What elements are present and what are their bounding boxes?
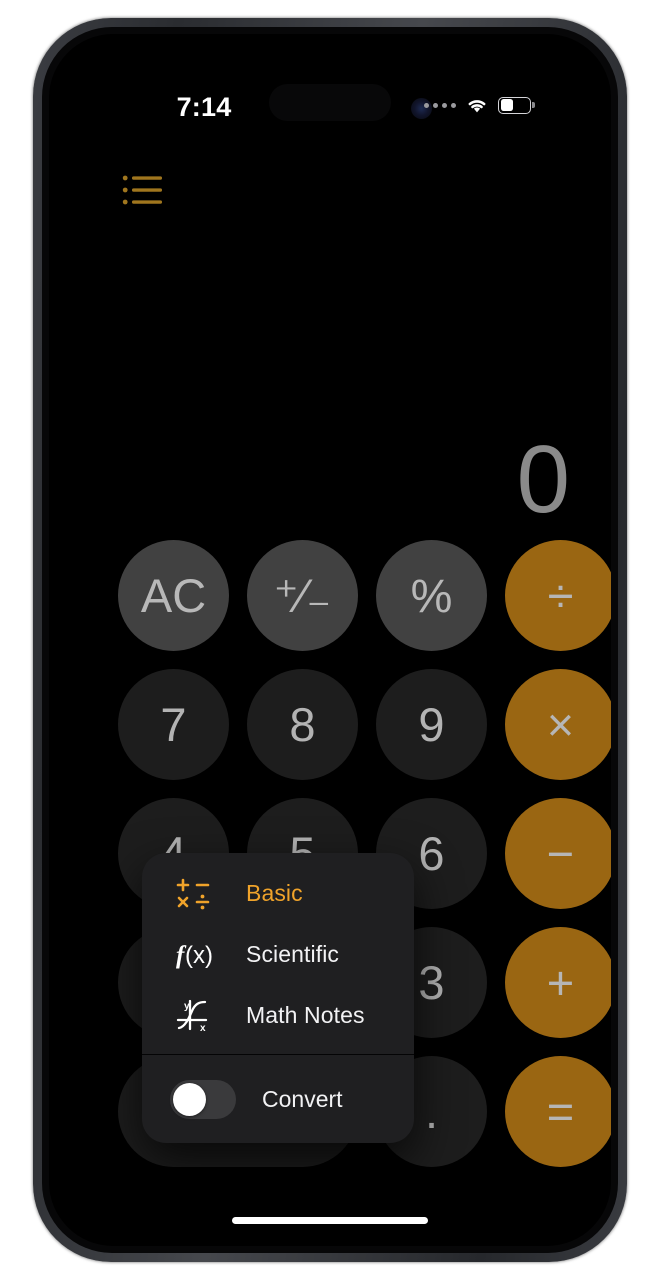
key-label: − (546, 827, 575, 880)
key-label: + (546, 956, 575, 1009)
keypad-row: 7 8 9 × (118, 669, 611, 780)
menu-item-scientific[interactable]: f (x) Scientific (142, 924, 414, 985)
function-fx-icon: f (x) (176, 938, 224, 972)
key-label: = (546, 1085, 575, 1138)
key-label: 7 (160, 698, 187, 751)
key-label: . (424, 1085, 439, 1138)
key-percent[interactable]: % (376, 540, 487, 651)
menu-item-basic[interactable]: Basic (142, 863, 414, 924)
menu-item-label: Basic (246, 880, 303, 906)
key-divide[interactable]: ÷ (505, 540, 611, 651)
key-label: × (546, 698, 575, 751)
phone-screen: 7:14 0 AC ⁺⁄₋ % ÷ 7 8 9 × 6 − 3 + . = Ba… (49, 34, 611, 1246)
battery-icon (498, 96, 531, 114)
svg-text:x: x (200, 1023, 206, 1034)
graph-axes-icon: y x (176, 998, 224, 1034)
calculator-display: 0 (49, 414, 570, 533)
calculator-mode-menu: Basic f (x) Scientific y x Math Notes Co… (142, 853, 414, 1143)
keypad-row: AC ⁺⁄₋ % ÷ (118, 540, 611, 651)
cellular-dots-icon (424, 102, 456, 108)
svg-text:(x): (x) (185, 942, 213, 969)
key-7[interactable]: 7 (118, 669, 229, 780)
key-label: 6 (418, 827, 445, 880)
toggle-knob (173, 1082, 206, 1116)
key-label: ÷ (547, 569, 574, 622)
key-label: ⁺⁄₋ (273, 568, 332, 622)
key-label: 3 (418, 956, 445, 1009)
list-bullet-icon[interactable] (122, 170, 168, 210)
phone-bezel: 7:14 0 AC ⁺⁄₋ % ÷ 7 8 9 × 6 − 3 + . = Ba… (42, 27, 618, 1253)
key-add[interactable]: + (505, 927, 611, 1038)
menu-divider (142, 1054, 414, 1055)
menu-item-label: Scientific (246, 941, 340, 967)
mode-list: Basic f (x) Scientific y x Math Notes (142, 853, 414, 1054)
dynamic-island (269, 84, 391, 121)
key-label: % (410, 569, 453, 622)
basic-operators-icon (176, 877, 224, 911)
key-label: AC (140, 569, 207, 622)
home-indicator[interactable] (232, 1217, 428, 1224)
menu-item-math-notes[interactable]: y x Math Notes (142, 985, 414, 1046)
toggle-switch-icon[interactable] (170, 1079, 236, 1119)
key-equals[interactable]: = (505, 1056, 611, 1167)
phone-frame: 7:14 0 AC ⁺⁄₋ % ÷ 7 8 9 × 6 − 3 + . = Ba… (33, 18, 627, 1262)
key-label: 8 (289, 698, 316, 751)
status-bar: 7:14 (49, 34, 611, 122)
display-value: 0 (516, 425, 570, 533)
status-indicators (424, 96, 531, 114)
key-label: 9 (418, 698, 445, 751)
key-8[interactable]: 8 (247, 669, 358, 780)
key-subtract[interactable]: − (505, 798, 611, 909)
svg-text:y: y (184, 1001, 190, 1012)
key-sign-toggle[interactable]: ⁺⁄₋ (247, 540, 358, 651)
wifi-icon (465, 96, 489, 114)
convert-label: Convert (262, 1085, 343, 1112)
key-all-clear[interactable]: AC (118, 540, 229, 651)
key-multiply[interactable]: × (505, 669, 611, 780)
menu-item-convert[interactable]: Convert (142, 1055, 414, 1143)
key-9[interactable]: 9 (376, 669, 487, 780)
status-time: 7:14 (176, 92, 232, 122)
battery-fill (500, 99, 514, 111)
menu-item-label: Math Notes (246, 1002, 365, 1028)
